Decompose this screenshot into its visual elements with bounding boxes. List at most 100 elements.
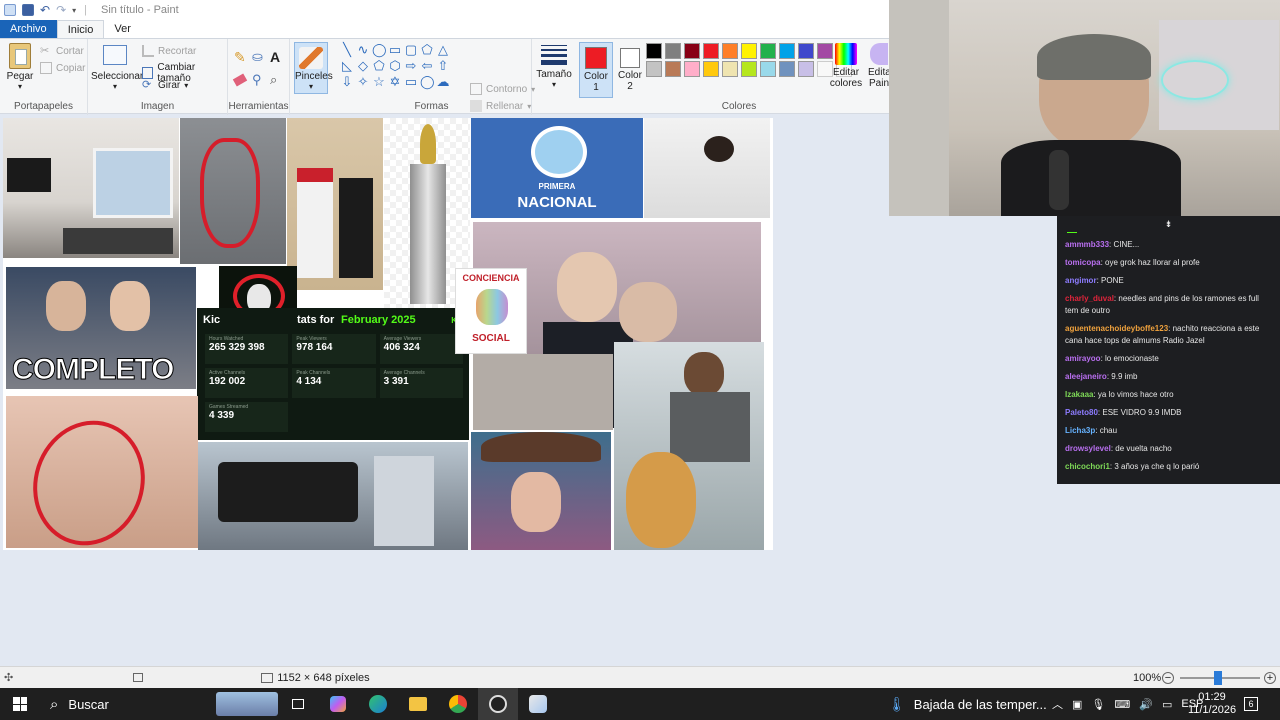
chat-username[interactable]: chicochori1 (1065, 462, 1110, 471)
right-triangle-shape-icon[interactable]: ◺ (340, 59, 354, 73)
cut-button[interactable]: ✂ Cortar (40, 45, 84, 57)
palette-swatch[interactable] (779, 61, 795, 77)
callout-rect-shape-icon[interactable]: ▭ (404, 75, 418, 89)
battery-icon[interactable]: ▭ (1162, 698, 1172, 711)
tab-ver[interactable]: Ver (104, 20, 141, 38)
palette-swatch[interactable] (760, 61, 776, 77)
taskbar-search[interactable]: ⌕ Buscar (40, 688, 278, 720)
triangle-shape-icon[interactable]: △ (436, 43, 450, 57)
palette-swatch[interactable] (665, 61, 681, 77)
line-shape-icon[interactable]: ╲ (340, 43, 354, 57)
weather-widget[interactable]: 🌡 Bajada de las temper... (888, 696, 1047, 713)
polygon-shape-icon[interactable]: ⬠ (420, 43, 434, 57)
obs-icon[interactable] (478, 688, 518, 720)
palette-swatch[interactable] (722, 43, 738, 59)
chat-username[interactable]: charly_duval (1065, 294, 1114, 303)
task-view-icon[interactable] (278, 688, 318, 720)
star4-shape-icon[interactable]: ✧ (356, 75, 370, 89)
chrome-icon[interactable] (438, 688, 478, 720)
zoom-slider[interactable] (1180, 671, 1260, 685)
tab-inicio[interactable]: Inicio (56, 20, 105, 38)
network-icon[interactable]: ⌨ (1114, 698, 1130, 711)
notification-center[interactable]: 6 (1244, 697, 1258, 711)
paste-button[interactable]: Pegar ▾ (4, 43, 36, 91)
edge-icon[interactable] (358, 688, 398, 720)
undo-icon[interactable]: ↶ (40, 3, 50, 17)
color2-button[interactable]: Color 2 (614, 42, 646, 98)
star6-shape-icon[interactable]: ✡ (388, 75, 402, 89)
right-arrow-shape-icon[interactable]: ⇨ (404, 59, 418, 73)
down-arrow-shape-icon[interactable]: ⇩ (340, 75, 354, 89)
customize-qa-icon[interactable]: ▾ (72, 6, 76, 15)
edit-paint3d-button[interactable]: Edita Pain (868, 43, 890, 89)
callout-oval-shape-icon[interactable]: ◯ (420, 75, 435, 89)
oval-shape-icon[interactable]: ◯ (372, 43, 387, 57)
tray-app-icon[interactable]: ▣ (1072, 698, 1082, 711)
brushes-button[interactable]: Pinceles ▾ (294, 42, 333, 94)
chat-collapse-icon[interactable]: ⇟ (1165, 219, 1173, 230)
tray-overflow-icon[interactable]: ︿ (1052, 696, 1063, 712)
star5-shape-icon[interactable]: ☆ (372, 75, 386, 89)
chat-username[interactable]: aguentenachoideyboffe123 (1065, 324, 1168, 333)
chat-username[interactable]: drowsylevel (1065, 444, 1111, 453)
chat-username[interactable]: amirayoo (1065, 354, 1101, 363)
outline-button[interactable]: Contorno ▾ (470, 83, 535, 95)
fill-bucket-icon[interactable]: ⛀ (252, 49, 270, 66)
palette-swatch[interactable] (646, 61, 662, 77)
left-arrow-shape-icon[interactable]: ⇦ (420, 59, 434, 73)
palette-swatch[interactable] (798, 43, 814, 59)
fill-button[interactable]: Rellenar ▾ (470, 100, 531, 112)
color-palette[interactable] (646, 43, 853, 77)
copilot-icon[interactable] (318, 688, 358, 720)
canvas[interactable]: PRIMERA NACIONAL COMPLETO Kic tats for F… (3, 118, 773, 550)
pencil-icon[interactable]: ✎ (234, 49, 252, 66)
palette-swatch[interactable] (741, 61, 757, 77)
cloud-shape-icon[interactable]: ☁ (436, 75, 450, 89)
palette-swatch[interactable] (703, 61, 719, 77)
palette-swatch[interactable] (684, 43, 700, 59)
copy-button[interactable]: Copiar (40, 62, 85, 74)
microphone-icon[interactable]: 🎙 (1091, 698, 1105, 711)
palette-swatch[interactable] (665, 43, 681, 59)
chat-username[interactable]: Paleto80 (1065, 408, 1098, 417)
paint-taskbar-icon[interactable] (518, 688, 558, 720)
edit-colors-button[interactable]: Editar colores (828, 43, 864, 89)
zoom-out-button[interactable]: − (1162, 671, 1174, 684)
save-icon[interactable] (22, 4, 34, 16)
chat-username[interactable]: aleejaneiro (1065, 372, 1107, 381)
crop-button[interactable]: Recortar (142, 45, 196, 57)
color1-button[interactable]: Color 1 (579, 42, 613, 98)
up-arrow-shape-icon[interactable]: ⇧ (436, 59, 450, 73)
select-button[interactable]: Seleccionar ▾ (91, 45, 143, 91)
hexagon-shape-icon[interactable]: ⬡ (388, 59, 402, 73)
volume-icon[interactable]: 🔊 (1139, 698, 1153, 711)
palette-swatch[interactable] (798, 61, 814, 77)
curve-shape-icon[interactable]: ∿ (356, 43, 370, 57)
chat-username[interactable]: ammmb333 (1065, 240, 1109, 249)
chat-username[interactable]: tomicopa (1065, 258, 1101, 267)
start-button[interactable] (0, 688, 40, 720)
pentagon-shape-icon[interactable]: ⬠ (372, 59, 386, 73)
palette-swatch[interactable] (741, 43, 757, 59)
palette-swatch[interactable] (703, 43, 719, 59)
diamond-shape-icon[interactable]: ◇ (356, 59, 370, 73)
rotate-button[interactable]: ⟳ Girar ▾ (142, 79, 188, 91)
zoom-slider-thumb[interactable] (1214, 671, 1222, 685)
redo-icon[interactable]: ↷ (56, 3, 66, 17)
rectangle-shape-icon[interactable]: ▭ (388, 43, 402, 57)
shapes-gallery[interactable]: ╲ ∿ ◯ ▭ ▢ ⬠ △ ◺ ◇ ⬠ ⬡ ⇨ ⇦ ⇧ ⇩ ✧ ☆ ✡ ▭ ◯ … (340, 43, 451, 89)
rounded-rectangle-shape-icon[interactable]: ▢ (404, 43, 418, 57)
palette-swatch[interactable] (779, 43, 795, 59)
palette-swatch[interactable] (722, 61, 738, 77)
chat-username[interactable]: Licha3p (1065, 426, 1095, 435)
chat-username[interactable]: angimor (1065, 276, 1097, 285)
magnifier-icon[interactable]: ⌕ (270, 72, 288, 88)
color-picker-icon[interactable]: ⚲ (252, 72, 270, 88)
eraser-icon[interactable] (232, 73, 248, 87)
size-button[interactable]: Tamaño ▾ (536, 45, 572, 89)
zoom-in-button[interactable]: + (1264, 671, 1276, 684)
clock[interactable]: 01:29 11/1/2026 (1188, 688, 1236, 720)
palette-swatch[interactable] (684, 61, 700, 77)
tab-archivo[interactable]: Archivo (0, 20, 57, 38)
palette-swatch[interactable] (760, 43, 776, 59)
